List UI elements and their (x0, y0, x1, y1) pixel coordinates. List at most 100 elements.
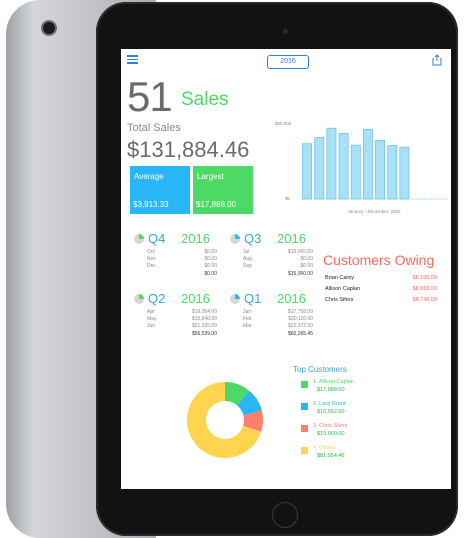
quarter-total: $0.00 (204, 271, 217, 277)
quarter-total: $15,060.00 (287, 271, 313, 277)
quarter-year: 2016 (277, 291, 306, 306)
month-name: Jun (147, 323, 156, 329)
month-name: Sep (243, 263, 252, 269)
owing-customer-name: Brian Carey (325, 275, 355, 281)
rear-camera (43, 22, 55, 34)
month-name: Nov (147, 256, 156, 262)
owing-row[interactable]: Chris Sifers $8,746.00 (325, 297, 437, 305)
quarter-year: 2016 (277, 231, 306, 246)
legend-value: $16,952.00 (317, 409, 345, 415)
quarter-name: Q1 (244, 291, 262, 306)
menu-icon[interactable] (127, 55, 138, 64)
month-value: $17,758.00 (287, 309, 313, 315)
legend-name: 3. Chris Sifers (313, 423, 348, 429)
app-screen: 2016 51 Sales Total Sales $131,884.46 Av… (121, 49, 451, 489)
month-value: $19,954.00 (191, 309, 217, 315)
legend-swatch (301, 447, 308, 454)
month-value: $0.00 (300, 263, 313, 269)
month-value: $0.00 (204, 263, 217, 269)
month-value: $0.00 (300, 256, 313, 262)
largest-label: Largest (197, 172, 224, 181)
legend-swatch (301, 381, 308, 388)
year-button[interactable]: 2016 (267, 55, 309, 69)
legend-item[interactable]: 2. Lara Grant $16,952.00 (301, 401, 421, 419)
bar-apr[interactable] (338, 133, 349, 200)
quarter-name: Q2 (148, 291, 166, 306)
quarter-year: 2016 (181, 291, 210, 306)
largest-tile[interactable]: Largest $17,888.00 (193, 166, 253, 214)
legend-swatch (301, 403, 308, 410)
month-name: Apr (147, 309, 155, 315)
month-name: Feb (243, 316, 252, 322)
owing-amount: $8,746.00 (412, 297, 437, 303)
quarter-pie-icon (134, 234, 144, 244)
quarter-total: $56,539.00 (191, 331, 217, 337)
legend-name: 4. Others (313, 445, 336, 451)
legend-item[interactable]: 3. Chris Sifers $15,060.00 (301, 423, 421, 441)
legend-value: $15,060.00 (317, 431, 345, 437)
owing-amount: $8,160.00 (412, 275, 437, 281)
owing-amount: $8,910.00 (412, 286, 437, 292)
month-name: Dec (147, 263, 156, 269)
month-value: $15,060.00 (287, 249, 313, 255)
bar-jul[interactable] (375, 139, 385, 200)
top-customers-donut (187, 382, 263, 458)
legend-value: $17,888.00 (317, 387, 345, 393)
front-camera (283, 29, 288, 34)
legend-value: $81,954.46 (317, 453, 345, 459)
quarter-q1[interactable]: Q1 2016 Jan $17,758.00 Feb $20,110.00 Mar $22,3… (225, 291, 325, 361)
quarter-year: 2016 (181, 231, 210, 246)
largest-value: $17,888.00 (196, 200, 237, 209)
bar-sep[interactable] (399, 146, 410, 200)
month-value: $15,840.00 (191, 316, 217, 322)
quarter-pie-icon (134, 294, 144, 304)
average-tile[interactable]: Average $3,913.33 (130, 166, 190, 214)
top-customers-title: Top Customers (293, 365, 347, 374)
month-value: $20,110.00 (288, 316, 313, 322)
month-value: $0.00 (204, 249, 217, 255)
bar-aug[interactable] (387, 145, 398, 200)
owing-row[interactable]: Brian Carey $8,160.00 (325, 275, 437, 283)
home-button[interactable] (272, 502, 298, 528)
quarter-pie-icon (230, 234, 240, 244)
quarter-name: Q4 (148, 231, 166, 246)
month-name: Aug (243, 256, 252, 262)
legend-item[interactable]: 1. Allison Caplan $17,888.00 (301, 379, 421, 397)
month-name: May (147, 316, 157, 322)
owing-customer-name: Chris Sifers (325, 297, 354, 303)
month-name: Jul (243, 249, 250, 255)
x-axis-label: January - December, 2016 (347, 209, 401, 214)
bar-jan[interactable] (302, 143, 312, 200)
bar-feb[interactable] (314, 137, 325, 200)
owing-row[interactable]: Allison Caplan $8,910.00 (325, 286, 437, 294)
legend-swatch (301, 425, 308, 432)
share-icon[interactable] (432, 54, 442, 66)
total-sales-value: $131,884.46 (127, 137, 250, 162)
legend-item[interactable]: 4. Others $81,954.46 (301, 445, 421, 463)
quarter-q2[interactable]: Q2 2016 Apr $19,954.00 May $15,840.00 Jun $21,6… (129, 291, 229, 361)
owing-customer-name: Allison Caplan (325, 286, 361, 292)
legend-name: 1. Allison Caplan (313, 379, 354, 385)
quarter-pie-icon (230, 294, 240, 304)
month-value: $21,635.00 (191, 323, 217, 329)
month-name: Jan (243, 309, 252, 315)
legend-name: 2. Lara Grant (313, 401, 346, 407)
customers-owing-title: Customers Owing (323, 252, 435, 268)
average-value: $3,913.33 (133, 200, 169, 209)
sales-label: Sales (181, 89, 229, 110)
bar-mar[interactable] (326, 127, 337, 200)
total-sales-label: Total Sales (127, 122, 181, 134)
month-value: $0.00 (204, 256, 217, 262)
quarter-total: $60,265.45 (287, 331, 313, 337)
bar-may[interactable] (350, 144, 361, 200)
month-value: $22,372.50 (287, 323, 313, 329)
bar-jun[interactable] (363, 128, 373, 200)
y-tick-top: $20,000 (275, 121, 292, 126)
sales-count: 51 (127, 73, 173, 120)
month-name: Mar (243, 323, 252, 329)
monthly-sales-chart: $20,000 $0 January - December, 2016 (275, 121, 447, 214)
month-name: Oct (147, 249, 155, 255)
quarter-name: Q3 (244, 231, 262, 246)
average-label: Average (134, 172, 164, 181)
y-tick-bottom: $0 (285, 196, 291, 201)
